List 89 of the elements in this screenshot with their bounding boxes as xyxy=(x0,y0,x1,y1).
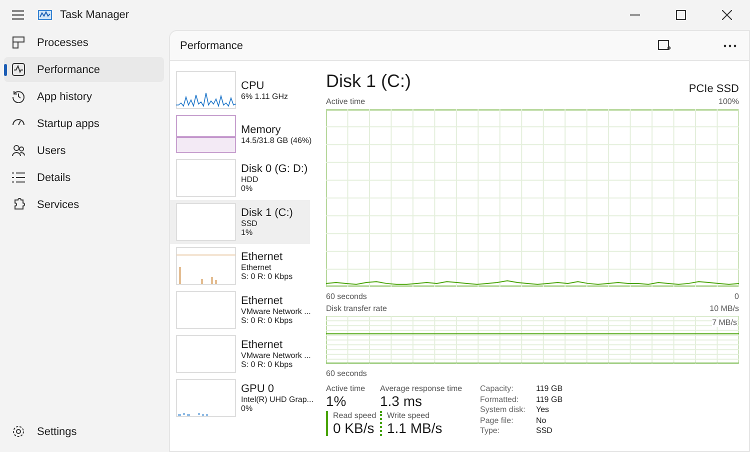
device-name: Ethernet xyxy=(241,251,284,263)
chart-label: Active time xyxy=(326,96,366,106)
settings-icon xyxy=(12,425,25,438)
disk-model: PCIe SSD xyxy=(688,83,739,95)
thumbnail-graph xyxy=(176,71,236,109)
property-label: Formatted: xyxy=(480,394,520,404)
axis-min-label: 0 xyxy=(734,292,739,300)
more-icon[interactable] xyxy=(723,44,737,48)
thumbnail-graph xyxy=(176,115,236,153)
close-icon[interactable] xyxy=(722,10,732,20)
stat-label: Average response time xyxy=(380,384,464,393)
device-name: Disk 1 (C:) xyxy=(241,207,293,219)
stat-value: 1.1 MB/s xyxy=(387,420,444,436)
maximize-icon[interactable] xyxy=(676,10,686,20)
property-value: SSD xyxy=(536,426,554,436)
device-item[interactable]: Disk 1 (C:) SSD 1% xyxy=(170,200,310,244)
settings-item[interactable]: Settings xyxy=(4,419,88,444)
property-label: Capacity: xyxy=(480,384,514,394)
device-detail: S: 0 R: 0 Kbps xyxy=(241,316,294,325)
device-detail: S: 0 R: 0 Kbps xyxy=(241,360,294,369)
device-item[interactable]: Ethernet Ethernet S: 0 R: 0 Kbps xyxy=(170,244,310,288)
nav-item[interactable]: Services xyxy=(4,192,164,217)
nav-item[interactable]: Processes xyxy=(4,30,164,55)
nav-item[interactable]: Startup apps xyxy=(4,111,164,136)
device-detail: 0% xyxy=(241,184,254,193)
nav-item[interactable]: App history xyxy=(4,84,164,109)
device-detail: 0% xyxy=(241,404,254,413)
device-name: GPU 0 xyxy=(241,383,276,395)
axis-max-label: 10 MB/s xyxy=(710,304,739,312)
selection-indicator xyxy=(4,64,7,76)
device-name: Ethernet xyxy=(241,295,284,307)
thumbnail-graph xyxy=(176,379,236,417)
nav-item[interactable]: Performance xyxy=(4,57,164,82)
stat-value: 1.3 ms xyxy=(380,393,424,409)
list-icon xyxy=(12,171,25,184)
puzzle-icon xyxy=(12,198,25,211)
property-label: Type: xyxy=(480,426,501,436)
disk-title: Disk 1 (C:) xyxy=(326,71,411,92)
chart-label: Disk transfer rate xyxy=(326,304,387,312)
property-value: 119 GB xyxy=(536,394,564,404)
device-name: CPU xyxy=(241,80,266,92)
property-label: Page file: xyxy=(480,416,514,426)
device-detail: S: 0 R: 0 Kbps xyxy=(241,272,293,281)
device-item[interactable]: Ethernet VMware Network ... S: 0 R: 0 Kbps xyxy=(170,288,310,332)
device-item[interactable]: CPU 6% 1.11 GHz xyxy=(170,68,310,112)
scale-label: 7 MB/s xyxy=(712,318,737,327)
thumbnail-graph xyxy=(176,203,236,241)
stat-label: Write speed xyxy=(387,411,431,420)
pulse-icon xyxy=(12,63,25,76)
app-icon xyxy=(38,10,52,20)
device-detail: 14.5/31.8 GB (46%) xyxy=(241,136,312,144)
device-detail: 1% xyxy=(241,228,254,237)
axis-max-label: 100% xyxy=(718,96,739,106)
device-detail: HDD xyxy=(241,175,260,184)
stat-label: Read speed xyxy=(333,411,378,420)
device-detail: VMware Network ... xyxy=(241,307,311,316)
property-value: No xyxy=(536,416,548,426)
stat-label: Active time xyxy=(326,384,366,393)
device-item[interactable]: Ethernet VMware Network ... S: 0 R: 0 Kbps xyxy=(170,332,310,376)
property-value: Yes xyxy=(536,405,550,415)
users-icon xyxy=(12,144,25,157)
device-detail: VMware Network ... xyxy=(241,351,311,360)
thumbnail-graph xyxy=(176,291,236,329)
nav-item[interactable]: Users xyxy=(4,138,164,163)
device-item[interactable]: Disk 0 (G: D:) HDD 0% xyxy=(170,156,310,200)
grid-icon xyxy=(12,36,25,49)
device-detail: Intel(R) UHD Grap... xyxy=(241,395,314,404)
page-title: Performance xyxy=(180,40,243,52)
nav-item[interactable]: Details xyxy=(4,165,164,190)
history-icon xyxy=(12,90,25,103)
time-span-label: 60 seconds xyxy=(326,292,367,300)
thumbnail-graph xyxy=(176,159,236,197)
property-label: System disk: xyxy=(480,405,526,415)
device-item[interactable]: Memory 14.5/31.8 GB (46%) xyxy=(170,112,310,156)
thumbnail-graph xyxy=(176,335,236,373)
device-detail: 6% 1.11 GHz xyxy=(241,92,288,100)
device-name: Memory xyxy=(241,124,282,136)
device-detail: SSD xyxy=(241,219,258,228)
device-name: Ethernet xyxy=(241,339,284,351)
stat-value: 0 KB/s xyxy=(333,420,376,436)
task-icon[interactable] xyxy=(658,40,671,52)
device-detail: Ethernet xyxy=(241,263,272,272)
stat-value: 1% xyxy=(326,393,348,409)
time-span-label: 60 seconds xyxy=(326,368,367,378)
thumbnail-graph xyxy=(176,247,236,285)
property-value: 119 GB xyxy=(536,384,564,394)
menu-icon[interactable] xyxy=(12,10,24,20)
device-name: Disk 0 (G: D:) xyxy=(241,163,308,175)
window-title: Task Manager xyxy=(60,9,130,21)
